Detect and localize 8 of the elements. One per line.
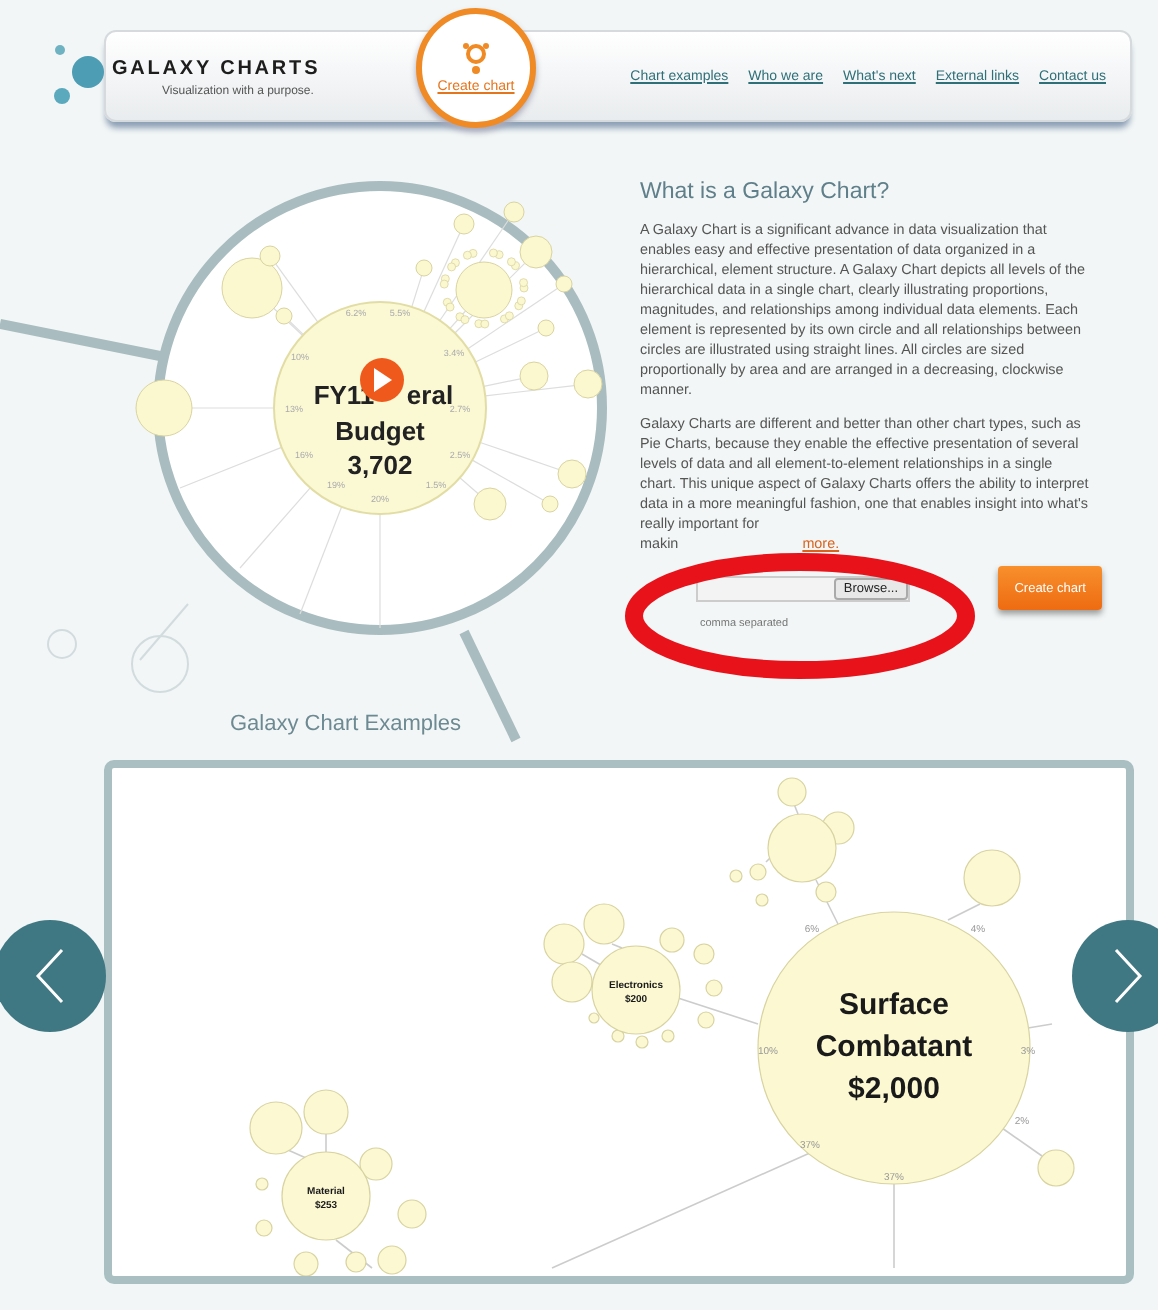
chart-label: 3,702 — [347, 450, 413, 480]
chart-label: Surface — [838, 988, 950, 1022]
chart-label: Budget — [335, 416, 425, 446]
section-title: What is a Galaxy Chart? — [640, 180, 892, 204]
chart-label: $2,000 — [848, 1072, 940, 1106]
chart-label: Combatant — [815, 1030, 973, 1064]
section-title: Galaxy Chart Examples — [230, 712, 464, 740]
logo-title: GALAXY CHARTS — [112, 58, 321, 80]
